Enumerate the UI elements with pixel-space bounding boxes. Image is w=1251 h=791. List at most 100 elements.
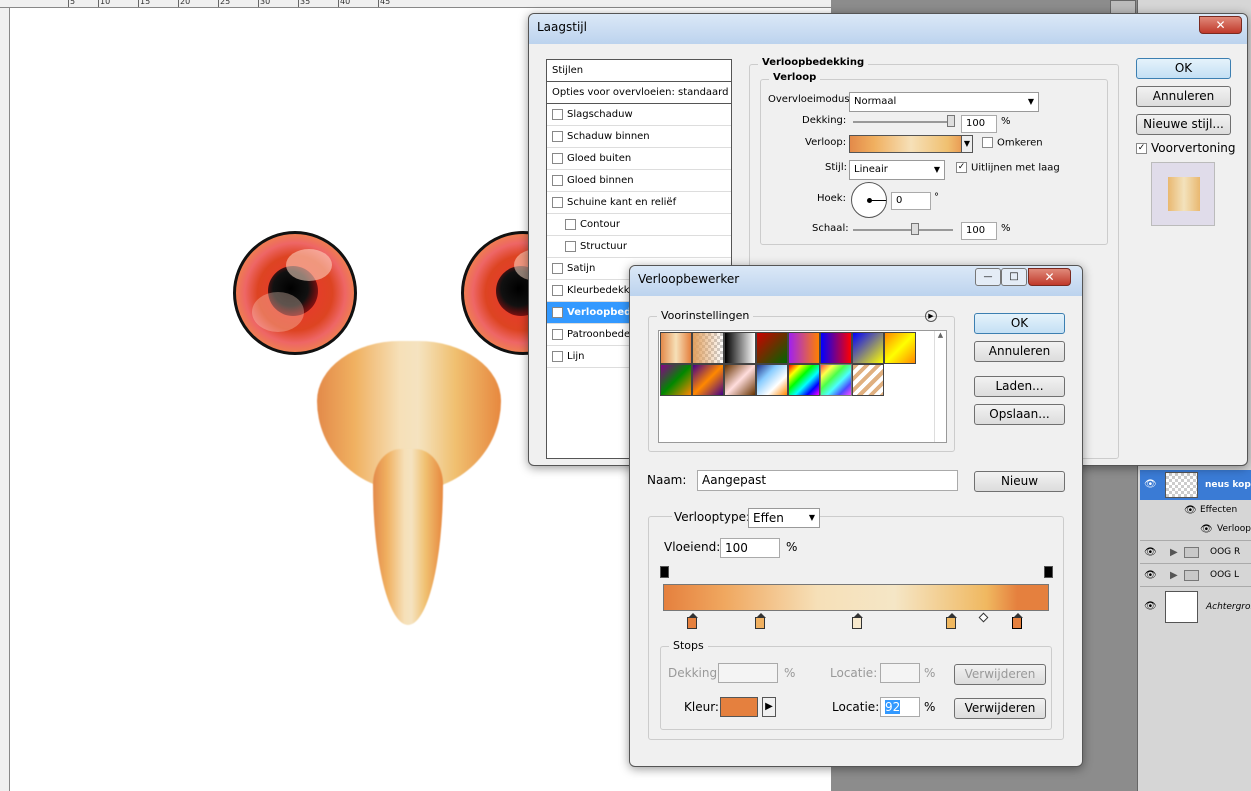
layer-row[interactable]: 👁 Achtergrond — [1140, 586, 1251, 626]
checkbox[interactable] — [982, 137, 993, 148]
ok-button[interactable]: OK — [1136, 58, 1231, 79]
color-menu-arrow-icon[interactable]: ▶ — [762, 697, 776, 717]
gradient-dropdown-icon[interactable]: ▼ — [961, 135, 973, 153]
layer-name: Verloop — [1217, 524, 1251, 534]
preset-swatch[interactable] — [788, 332, 820, 364]
delete-opacity-stop-button[interactable]: Verwijderen — [954, 664, 1046, 685]
color-stop[interactable] — [755, 613, 766, 629]
eye-icon[interactable]: 👁 — [1144, 587, 1157, 627]
checkbox[interactable] — [552, 328, 563, 340]
preview-checkbox[interactable]: ✓ Voorvertoning — [1136, 141, 1236, 155]
checkbox[interactable] — [552, 108, 563, 120]
presets-menu-icon[interactable]: ▶ — [925, 310, 937, 322]
preset-swatch[interactable] — [660, 364, 692, 396]
preset-swatch[interactable] — [692, 364, 724, 396]
preset-swatch[interactable] — [884, 332, 916, 364]
eye-icon[interactable]: 👁 — [1144, 541, 1157, 564]
preset-swatch[interactable] — [820, 364, 852, 396]
style-select[interactable]: Lineair — [849, 160, 945, 180]
scale-slider-track[interactable] — [853, 229, 953, 231]
angle-input[interactable]: 0 — [891, 192, 931, 210]
style-item-inner-glow[interactable]: Gloed binnen — [547, 170, 731, 192]
minimize-icon[interactable]: — — [975, 268, 1001, 286]
style-item-drop-shadow[interactable]: Slagschaduw — [547, 104, 731, 126]
expand-arrow-icon[interactable]: ▶ — [1170, 541, 1178, 564]
scale-input[interactable]: 100 — [961, 222, 997, 240]
eye-icon[interactable]: 👁 — [1200, 518, 1213, 541]
name-input[interactable]: Aangepast — [697, 470, 958, 491]
checkbox[interactable] — [552, 196, 563, 208]
style-item-outer-glow[interactable]: Gloed buiten — [547, 148, 731, 170]
preset-swatch[interactable] — [756, 332, 788, 364]
checkbox[interactable] — [552, 350, 563, 362]
layer-row[interactable]: 👁 Verloop — [1140, 518, 1251, 541]
layer-style-titlebar: Laagstijl — [529, 14, 1247, 44]
preset-swatch[interactable] — [756, 364, 788, 396]
gradient-preview-bar[interactable] — [663, 584, 1049, 611]
layer-row[interactable]: 👁 ▶ OOG L — [1140, 563, 1251, 586]
load-button[interactable]: Laden... — [974, 376, 1065, 397]
style-item-contour[interactable]: Contour — [547, 214, 731, 236]
preset-swatch[interactable] — [692, 332, 724, 364]
preset-swatch[interactable] — [820, 332, 852, 364]
delete-color-stop-button[interactable]: Verwijderen — [954, 698, 1046, 719]
checkbox[interactable]: ✓ — [1136, 143, 1147, 154]
expand-arrow-icon[interactable]: ▶ — [1170, 564, 1178, 587]
stop-color-swatch[interactable] — [720, 697, 758, 717]
opacity-label: Dekking: — [668, 666, 722, 680]
checkbox[interactable] — [565, 218, 576, 230]
cancel-button[interactable]: Annuleren — [974, 341, 1065, 362]
save-button[interactable]: Opslaan... — [974, 404, 1065, 425]
eye-icon[interactable]: 👁 — [1144, 564, 1157, 587]
angle-dial[interactable] — [851, 182, 887, 218]
preset-swatch[interactable] — [852, 332, 884, 364]
color-stop[interactable] — [687, 613, 698, 629]
scale-slider-handle[interactable] — [911, 223, 919, 235]
layer-row[interactable]: 👁 ▶ OOG R — [1140, 540, 1251, 563]
opacity-slider-track[interactable] — [853, 121, 953, 123]
checkbox[interactable] — [552, 130, 563, 142]
align-with-layer-checkbox[interactable]: ✓ Uitlijnen met laag — [956, 162, 1060, 174]
gradient-picker[interactable] — [849, 135, 973, 153]
style-item-texture[interactable]: Structuur — [547, 236, 731, 258]
ok-button[interactable]: OK — [974, 313, 1065, 334]
preset-swatch[interactable] — [724, 332, 756, 364]
checkbox[interactable]: ✓ — [956, 162, 967, 173]
maximize-icon[interactable]: □ — [1001, 268, 1027, 286]
gradient-type-select[interactable]: Effen — [748, 508, 820, 528]
checkbox[interactable] — [552, 174, 563, 186]
checkbox[interactable] — [552, 262, 563, 274]
preset-swatch[interactable] — [660, 332, 692, 364]
layer-row[interactable]: 👁 neus kop — [1140, 470, 1251, 500]
new-button[interactable]: Nieuw — [974, 471, 1065, 492]
reverse-checkbox[interactable]: Omkeren — [982, 137, 1043, 149]
eye-icon[interactable]: 👁 — [1144, 470, 1157, 500]
smoothness-input[interactable]: 100 — [720, 538, 780, 558]
opacity-location-input — [880, 663, 920, 683]
new-style-button[interactable]: Nieuwe stijl... — [1136, 114, 1231, 135]
cancel-button[interactable]: Annuleren — [1136, 86, 1231, 107]
styles-header[interactable]: Stijlen — [547, 60, 731, 82]
presets-scrollbar[interactable]: ▲ — [934, 331, 946, 442]
blend-mode-select[interactable]: Normaal — [849, 92, 1039, 112]
color-location-input[interactable]: 92 — [880, 697, 920, 717]
close-icon[interactable]: ✕ — [1028, 268, 1071, 286]
preset-swatch[interactable] — [852, 364, 884, 396]
checkbox[interactable]: ✓ — [552, 306, 563, 318]
style-item-bevel[interactable]: Schuine kant en reliëf — [547, 192, 731, 214]
checkbox[interactable] — [565, 240, 576, 252]
color-stop[interactable] — [852, 613, 863, 629]
color-stop[interactable] — [946, 613, 957, 629]
opacity-slider-handle[interactable] — [947, 115, 955, 127]
preset-swatch[interactable] — [724, 364, 756, 396]
preset-swatch[interactable] — [788, 364, 820, 396]
selected-color-stop[interactable] — [1012, 613, 1023, 629]
style-item-inner-shadow[interactable]: Schaduw binnen — [547, 126, 731, 148]
checkbox[interactable] — [552, 284, 563, 296]
opacity-stop-left[interactable] — [660, 566, 669, 578]
opacity-input[interactable]: 100 — [961, 115, 997, 133]
blend-options-item[interactable]: Opties voor overvloeien: standaard — [547, 82, 731, 104]
close-icon[interactable]: ✕ — [1199, 16, 1242, 34]
checkbox[interactable] — [552, 152, 563, 164]
opacity-stop-right[interactable] — [1044, 566, 1053, 578]
